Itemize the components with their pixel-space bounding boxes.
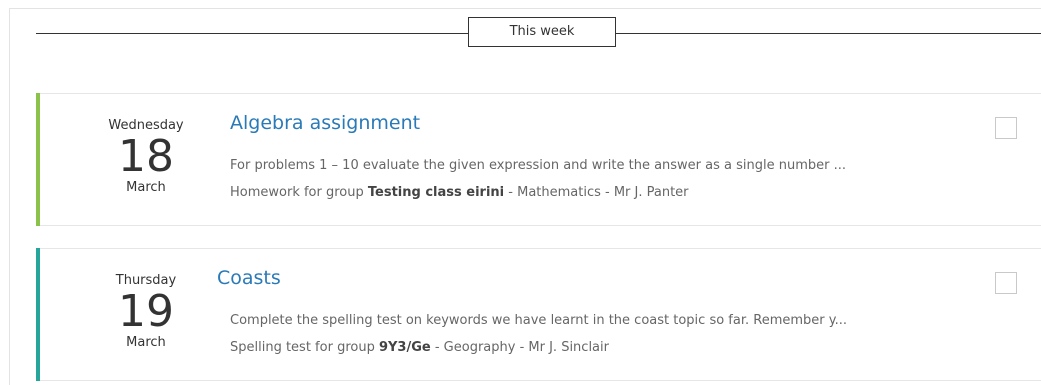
card-accent-bar: [36, 248, 40, 381]
due-date: Thursday 19 March: [76, 273, 216, 351]
assignment-description: For problems 1 – 10 evaluate the given e…: [230, 158, 847, 173]
assignment-title-link[interactable]: Algebra assignment: [230, 112, 420, 134]
assignment-meta: Homework for group Testing class eirini …: [230, 185, 689, 200]
assignment-type: Homework for group: [230, 185, 368, 200]
assignment-group: Testing class eirini: [367, 185, 505, 200]
assignment-type: Spelling test for group: [230, 340, 379, 355]
due-day: 18: [118, 131, 174, 182]
due-month: March: [126, 180, 166, 195]
assignment-card[interactable]: Wednesday 18 March Algebra assignment Fo…: [36, 93, 1041, 226]
assignment-card[interactable]: Thursday 19 March Coasts Complete the sp…: [36, 248, 1041, 381]
week-section-label: This week: [468, 17, 616, 47]
assignment-subject-teacher: - Geography - Mr J. Sinclair: [430, 340, 609, 355]
due-day: 19: [118, 286, 174, 337]
complete-checkbox[interactable]: [995, 117, 1017, 139]
card-accent-bar: [36, 93, 40, 226]
due-date: Wednesday 18 March: [76, 118, 216, 196]
assignment-group: 9Y3/Ge: [378, 340, 431, 355]
assignment-title-link[interactable]: Coasts: [217, 267, 281, 289]
assignment-description: Complete the spelling test on keywords w…: [230, 313, 847, 328]
assignment-subject-teacher: - Mathematics - Mr J. Panter: [504, 185, 689, 200]
complete-checkbox[interactable]: [995, 272, 1017, 294]
assignment-meta: Spelling test for group 9Y3/Ge - Geograp…: [230, 340, 609, 355]
due-month: March: [126, 335, 166, 350]
